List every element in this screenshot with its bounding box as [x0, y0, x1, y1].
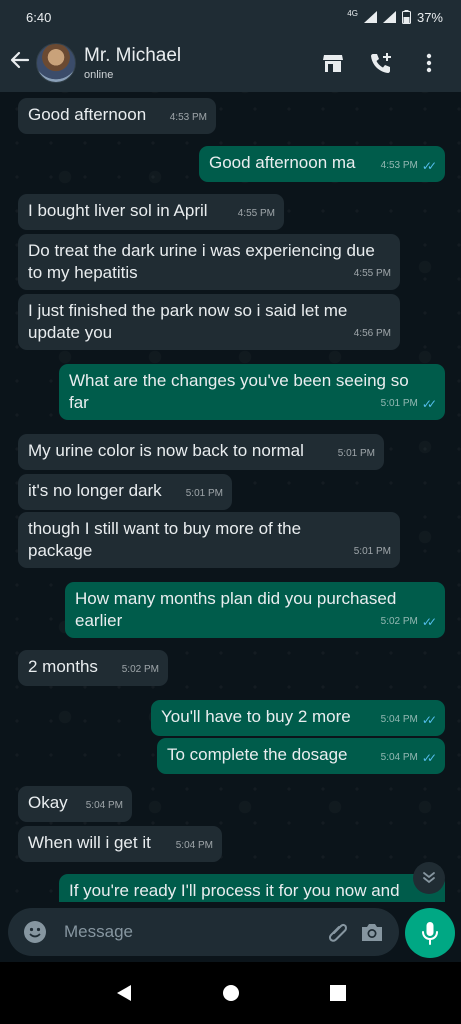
message-time: 4:55 PM	[237, 208, 275, 219]
camera-icon	[362, 924, 382, 941]
add-call-icon	[371, 53, 391, 73]
message-meta: 5:04 PM ✓✓	[380, 709, 437, 731]
message-bubble[interactable]: To complete the dosage 5:04 PM ✓✓	[157, 738, 445, 774]
status-time: 6:40	[26, 9, 52, 25]
mic-icon	[422, 922, 438, 945]
add-call-button[interactable]	[357, 43, 405, 83]
message-bubble[interactable]: I bought liver sol in April 4:55 PM	[18, 194, 284, 230]
message-time: 5:01 PM	[380, 398, 418, 409]
chat-header: Mr. Michael online	[0, 34, 461, 92]
catalog-button[interactable]	[309, 43, 357, 83]
message-bubble[interactable]: Do treat the dark urine i was experienci…	[18, 234, 400, 290]
voice-message-button[interactable]	[405, 908, 455, 958]
arrow-left-icon	[10, 51, 30, 69]
signal-icon	[363, 11, 377, 23]
message-time: 5:02 PM	[121, 664, 159, 675]
read-ticks-icon: ✓✓	[421, 397, 437, 411]
message-list[interactable]: Good afternoon 4:53 PM Good afternoon ma 4…	[0, 92, 461, 902]
battery-icon	[401, 10, 411, 24]
message-bubble[interactable]: You'll have to buy 2 more 5:04 PM ✓✓	[151, 700, 445, 736]
message-bubble[interactable]: My urine color is now back to normal 5:01…	[18, 434, 384, 470]
square-recents-icon	[329, 985, 346, 1001]
contact-info[interactable]: Mr. Michael online	[84, 45, 309, 81]
message-meta: 5:02 PM ✓✓	[380, 611, 437, 633]
message-meta: 5:01 PM ✓✓	[380, 393, 437, 415]
composer-bar	[0, 902, 461, 962]
network-type: 4G	[347, 8, 358, 18]
message-time: 5:04 PM	[380, 714, 418, 725]
message-text: My urine color is now back to normal	[28, 441, 304, 460]
nav-back-button[interactable]	[104, 973, 144, 1013]
message-meta: 5:01 PM	[354, 541, 391, 563]
message-bubble[interactable]: If you're ready I'll process it for you …	[59, 874, 445, 902]
system-nav-bar	[0, 962, 461, 1024]
back-button[interactable]	[6, 50, 34, 76]
message-time: 5:02 PM	[380, 616, 418, 627]
message-time: 4:55 PM	[353, 268, 391, 279]
emoji-button[interactable]	[18, 915, 52, 949]
message-time: 4:53 PM	[380, 160, 418, 171]
message-text: though I still want to buy more of the p…	[28, 519, 302, 560]
message-time: 5:01 PM	[353, 546, 391, 557]
message-meta: 4:56 PM	[354, 323, 391, 345]
message-meta: 4:55 PM	[354, 263, 391, 285]
circle-home-icon	[222, 985, 239, 1001]
message-time: 5:01 PM	[337, 448, 375, 459]
attach-button[interactable]	[321, 915, 355, 949]
battery-percent: 37%	[416, 9, 443, 25]
message-meta: 5:01 PM	[338, 443, 375, 465]
status-bar: 6:40 4G 37%	[0, 0, 461, 34]
message-meta: 4:53 PM ✓✓	[380, 155, 437, 177]
paperclip-icon	[328, 923, 348, 942]
more-options-button[interactable]	[405, 43, 453, 83]
composer	[8, 908, 399, 956]
avatar[interactable]	[36, 43, 76, 83]
scroll-to-bottom-button[interactable]	[413, 862, 445, 894]
read-ticks-icon: ✓✓	[421, 615, 437, 629]
message-bubble[interactable]: I just finished the park now so i said l…	[18, 294, 400, 350]
status-indicators: 4G 37%	[347, 8, 443, 25]
message-meta: 5:01 PM	[186, 483, 223, 505]
message-meta: 5:02 PM	[122, 659, 159, 681]
message-time: 4:56 PM	[353, 328, 391, 339]
contact-name: Mr. Michael	[84, 45, 182, 66]
presence-status: online	[84, 69, 114, 81]
message-bubble[interactable]: it's no longer dark 5:01 PM	[18, 474, 232, 510]
read-ticks-icon: ✓✓	[421, 751, 437, 765]
nav-home-button[interactable]	[211, 973, 251, 1013]
message-bubble[interactable]: Good afternoon 4:53 PM	[18, 98, 216, 134]
message-meta: 4:55 PM	[238, 203, 275, 225]
emoji-icon	[24, 921, 46, 943]
message-meta: 5:04 PM	[176, 835, 213, 857]
message-bubble[interactable]: How many months plan did you purchased e…	[65, 582, 445, 638]
more-vert-icon	[426, 53, 432, 73]
read-ticks-icon: ✓✓	[421, 713, 437, 727]
message-bubble[interactable]: What are the changes you've been seeing …	[59, 364, 445, 420]
triangle-back-icon	[116, 985, 131, 1001]
message-meta: 5:04 PM	[86, 795, 123, 817]
message-time: 4:53 PM	[169, 112, 207, 123]
message-meta: 4:53 PM	[170, 107, 207, 129]
message-bubble[interactable]: 2 months 5:02 PM	[18, 650, 168, 686]
message-text: I just finished the park now so i said l…	[28, 301, 348, 342]
message-text: If you're ready I'll process it for you …	[69, 881, 400, 900]
message-bubble[interactable]: Okay 5:04 PM	[18, 786, 132, 822]
message-time: 5:01 PM	[185, 488, 223, 499]
message-text: Do treat the dark urine i was experienci…	[28, 241, 375, 282]
double-chevron-down-icon	[423, 872, 435, 884]
read-ticks-icon: ✓✓	[421, 159, 437, 173]
storefront-icon	[323, 55, 343, 72]
message-bubble[interactable]: Good afternoon ma 4:53 PM ✓✓	[199, 146, 445, 182]
message-time: 5:04 PM	[380, 752, 418, 763]
message-meta: 5:04 PM ✓✓	[380, 747, 437, 769]
message-time: 5:04 PM	[85, 800, 123, 811]
nav-recents-button[interactable]	[318, 973, 358, 1013]
signal-icon	[382, 11, 396, 23]
message-bubble[interactable]: When will i get it 5:04 PM	[18, 826, 222, 862]
message-time: 5:04 PM	[175, 840, 213, 851]
message-bubble[interactable]: though I still want to buy more of the p…	[18, 512, 400, 568]
camera-button[interactable]	[355, 915, 389, 949]
message-input[interactable]	[64, 922, 321, 942]
